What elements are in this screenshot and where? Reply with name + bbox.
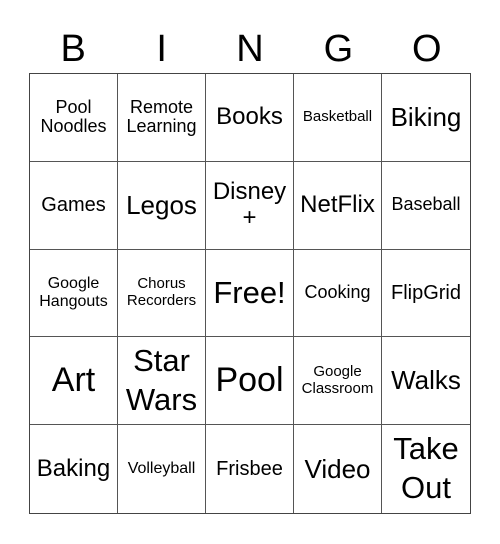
- bingo-cell[interactable]: Volleyball: [118, 425, 206, 513]
- bingo-cell[interactable]: Biking: [382, 74, 470, 162]
- bingo-cell[interactable]: Baking: [30, 425, 118, 513]
- bingo-cell[interactable]: Chorus Recorders: [118, 249, 206, 338]
- bingo-cell[interactable]: Legos: [118, 161, 206, 250]
- bingo-cell[interactable]: Games: [30, 161, 118, 250]
- bingo-cell[interactable]: FlipGrid: [382, 250, 470, 338]
- bingo-cell[interactable]: Take Out: [382, 425, 470, 513]
- bingo-cell[interactable]: Pool: [206, 337, 294, 426]
- bingo-cell[interactable]: Disney +: [206, 161, 294, 250]
- bingo-cell[interactable]: Google Hangouts: [30, 249, 118, 338]
- bingo-cell[interactable]: Art: [30, 337, 118, 426]
- header-letter-i: I: [156, 28, 167, 70]
- bingo-cell[interactable]: Google Classroom: [294, 337, 382, 426]
- bingo-cell[interactable]: Walks: [382, 337, 470, 426]
- bingo-grid: Pool Noodles Remote Learning Books Baske…: [29, 73, 471, 514]
- bingo-cell[interactable]: Frisbee: [206, 425, 294, 513]
- bingo-cell[interactable]: Pool Noodles: [30, 74, 118, 162]
- header-letter-o: O: [412, 28, 442, 70]
- bingo-cell[interactable]: Star Wars: [118, 337, 206, 426]
- bingo-cell[interactable]: NetFlix: [294, 161, 382, 250]
- free-space[interactable]: Free!: [206, 249, 294, 338]
- bingo-cell[interactable]: Cooking: [294, 249, 382, 338]
- bingo-cell[interactable]: Video: [294, 425, 382, 513]
- bingo-cell[interactable]: Baseball: [382, 162, 470, 250]
- header-letter-g: G: [323, 28, 354, 70]
- bingo-cell[interactable]: Basketball: [294, 74, 382, 162]
- bingo-cell[interactable]: Remote Learning: [118, 74, 206, 162]
- header-letter-n: N: [236, 28, 264, 70]
- header-letter-b: B: [60, 28, 86, 70]
- bingo-cell[interactable]: Books: [206, 74, 294, 162]
- bingo-header: B I N G O: [29, 26, 471, 72]
